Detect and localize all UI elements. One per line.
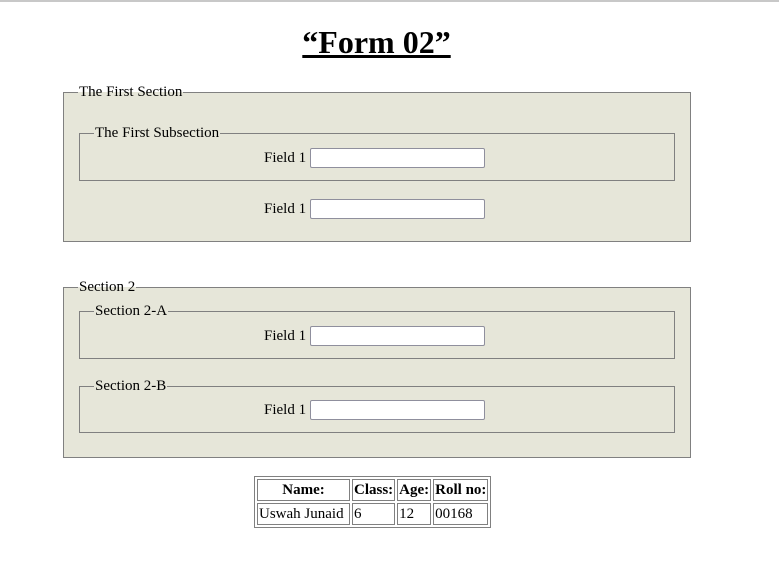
- header-roll-no: Roll no:: [433, 479, 489, 501]
- section-2a-field-row: Field 1: [264, 326, 486, 346]
- section-2a-field-label: Field 1: [264, 327, 307, 344]
- top-border: [0, 0, 779, 2]
- first-section-field-label: Field 1: [264, 200, 307, 217]
- section-2b-legend: Section 2-B: [95, 378, 167, 394]
- first-section-field-row: Field 1: [264, 199, 486, 219]
- first-section-legend: The First Section: [79, 84, 183, 100]
- section-2b-field-row: Field 1: [264, 400, 486, 420]
- section-2b-field-input[interactable]: [310, 400, 486, 420]
- first-subsection-field-label: Field 1: [264, 149, 307, 166]
- first-section-field-input[interactable]: [310, 199, 486, 219]
- table-header-row: Name: Class: Age: Roll no:: [257, 479, 489, 501]
- page-title: “Form 02”: [302, 24, 451, 60]
- first-subsection-field-input[interactable]: [310, 148, 486, 168]
- first-subsection-field-row: Field 1: [264, 148, 486, 168]
- cell-roll-no: 00168: [433, 503, 489, 525]
- first-subsection-legend: The First Subsection: [95, 125, 220, 141]
- section-2b-field-label: Field 1: [264, 401, 307, 418]
- section-2-legend: Section 2: [79, 279, 136, 295]
- header-class: Class:: [352, 479, 396, 501]
- cell-age: 12: [397, 503, 432, 525]
- cell-class: 6: [352, 503, 396, 525]
- header-name: Name:: [257, 479, 350, 501]
- student-table: Name: Class: Age: Roll no: Uswah Junaid …: [254, 476, 492, 528]
- header-age: Age:: [397, 479, 432, 501]
- table-row: Uswah Junaid 6 12 00168: [257, 503, 489, 525]
- cell-name: Uswah Junaid: [257, 503, 350, 525]
- section-2a-legend: Section 2-A: [95, 303, 168, 319]
- section-2a-field-input[interactable]: [310, 326, 486, 346]
